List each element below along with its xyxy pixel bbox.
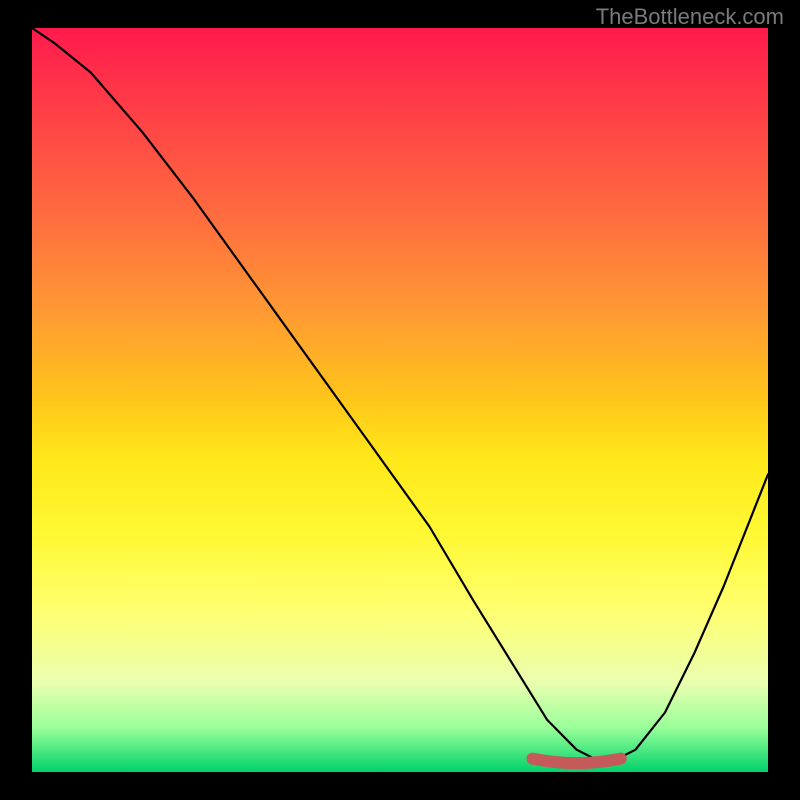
- watermark-text: TheBottleneck.com: [596, 4, 784, 30]
- optimal-range-highlight: [533, 759, 621, 764]
- chart-container: TheBottleneck.com: [0, 0, 800, 800]
- plot-area: [32, 28, 768, 772]
- chart-svg: [32, 28, 768, 772]
- bottleneck-curve: [32, 28, 768, 765]
